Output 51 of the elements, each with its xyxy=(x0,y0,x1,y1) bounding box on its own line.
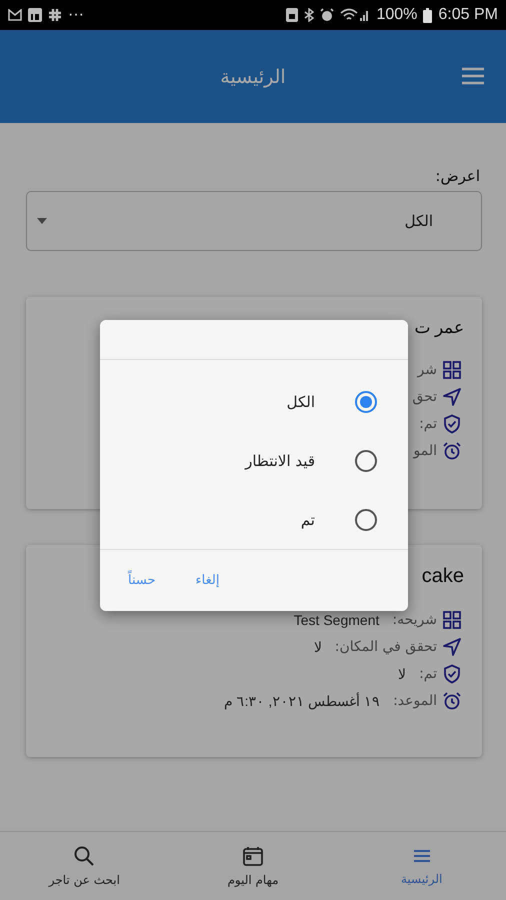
hash-icon xyxy=(48,8,62,22)
nav-label: ابحث عن تاجر xyxy=(48,873,120,887)
search-icon xyxy=(73,845,96,867)
battery-percent: 100% xyxy=(376,6,418,24)
card-title: cake xyxy=(422,565,464,588)
app-square-icon xyxy=(28,8,42,22)
field-value: ١٩ أغسطس ٢٠٢١, ٦:٣٠ م xyxy=(224,693,380,709)
filter-dropdown[interactable]: الكل xyxy=(26,191,482,251)
radio-button[interactable] xyxy=(355,508,377,531)
menu-icon[interactable] xyxy=(461,66,485,86)
field-label: الموعد: xyxy=(393,693,437,709)
grid-icon xyxy=(442,360,462,380)
navigation-icon xyxy=(442,637,462,657)
field-label: المو xyxy=(414,443,437,459)
page-title: الرئيسية xyxy=(220,66,286,88)
bluetooth-icon xyxy=(304,8,314,22)
caret-icon xyxy=(37,218,47,224)
option-label: تم xyxy=(300,510,315,529)
radio-button[interactable] xyxy=(355,450,377,472)
radio-button[interactable] xyxy=(355,390,377,413)
field-value: لا xyxy=(314,639,322,655)
shield-check-icon xyxy=(442,414,462,434)
mail-icon xyxy=(8,9,22,21)
field-value: Test Segment xyxy=(294,612,380,628)
nav-label: الرئيسية xyxy=(401,872,442,886)
nav-label: مهام اليوم xyxy=(227,873,279,887)
field-label: تحق xyxy=(412,389,437,405)
field-value: لا xyxy=(398,666,406,682)
calendar-icon xyxy=(242,845,264,867)
navigation-icon xyxy=(442,387,462,407)
alarm-clock-icon xyxy=(442,691,462,711)
wifi-signal-icon xyxy=(340,8,370,22)
alarm-clock-icon xyxy=(320,8,334,22)
card-title: عمر ت xyxy=(414,317,464,338)
field-label: تحقق في المكان: xyxy=(334,639,437,655)
more-text: ··· xyxy=(68,6,84,24)
field-label: شريحه: xyxy=(392,612,437,628)
clock-time: 6:05 PM xyxy=(438,6,498,24)
option-label: الكل xyxy=(286,392,315,411)
field-label: شر xyxy=(418,362,437,378)
shield-check-icon xyxy=(442,664,462,684)
nav-tab[interactable]: ابحث عن تاجر xyxy=(0,832,169,900)
field-label: تم: xyxy=(419,666,437,682)
field-label: تم: xyxy=(419,416,437,432)
nav-tab[interactable]: مهام اليوم xyxy=(168,832,338,900)
battery-icon xyxy=(423,8,432,22)
grid-icon xyxy=(442,610,462,630)
filter-label: اعرض: xyxy=(434,167,480,185)
option-label: قيد الانتظار xyxy=(245,452,315,470)
alarm-clock-icon xyxy=(442,441,462,461)
sim-icon xyxy=(286,8,298,22)
